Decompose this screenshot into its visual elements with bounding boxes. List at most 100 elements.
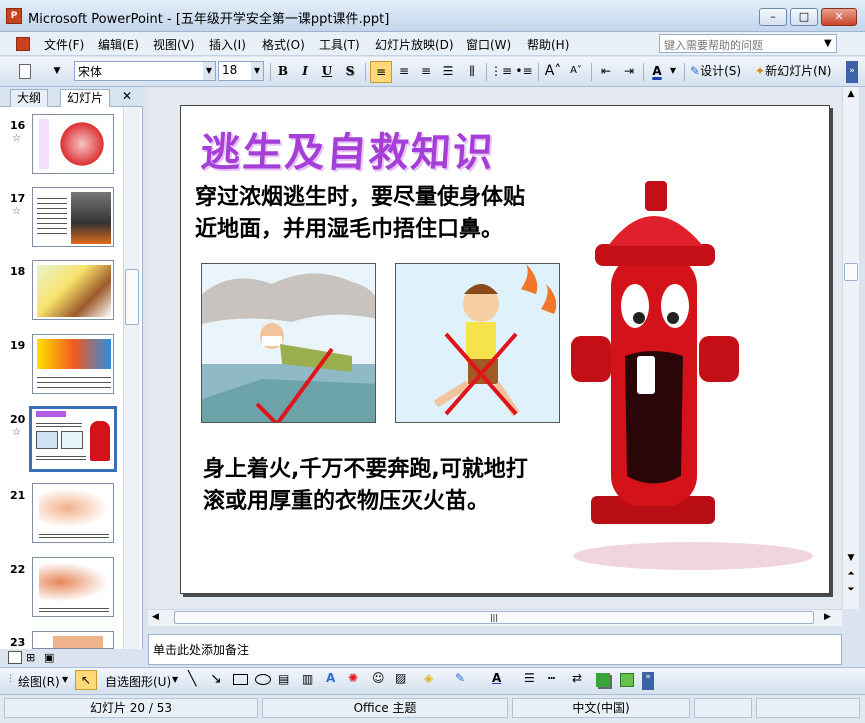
design-button[interactable]: ✎设计(S) <box>690 61 750 83</box>
menu-insert[interactable]: 插入(I) <box>209 36 246 53</box>
justify-icon[interactable]: ☰ <box>438 61 458 83</box>
powerpoint-app-icon[interactable]: P <box>6 8 22 24</box>
fill-color-icon[interactable]: ◈ <box>424 671 433 685</box>
shadow-button[interactable]: S <box>341 61 359 83</box>
scrollbar-thumb[interactable] <box>844 263 858 281</box>
chevron-down-icon[interactable]: ▼ <box>62 675 68 684</box>
current-slide[interactable]: 逃生及自救知识 穿过浓烟逃生时，要尽量使身体贴 近地面，并用湿毛巾捂住口鼻。 身… <box>180 105 830 594</box>
underline-button[interactable]: U <box>318 61 336 83</box>
scroll-right-icon[interactable]: ▶ <box>824 612 831 622</box>
increase-indent-icon[interactable]: ⇥ <box>619 61 639 83</box>
minimize-button[interactable]: – <box>759 8 787 26</box>
tab-outline[interactable]: 大纲 <box>10 89 49 107</box>
diagram-icon[interactable]: ✺ <box>348 671 358 685</box>
slide-thumbnail[interactable] <box>32 260 114 320</box>
wordart-icon[interactable]: A <box>326 671 335 685</box>
next-slide-icon[interactable]: ⏷ <box>844 585 858 595</box>
slide-vertical-scrollbar[interactable]: ▲ ▼ ⏶ ⏷ <box>842 87 859 609</box>
decrease-indent-icon[interactable]: ⇤ <box>596 61 616 83</box>
font-color-icon[interactable]: A <box>648 61 666 83</box>
arrow-tool-icon[interactable]: ↘ <box>210 671 222 687</box>
increase-font-icon[interactable]: A˄ <box>543 61 563 83</box>
menu-window[interactable]: 窗口(W) <box>466 36 511 53</box>
align-center-icon[interactable]: ≡ <box>394 61 414 83</box>
slide-thumbnail[interactable] <box>32 557 114 617</box>
menu-format[interactable]: 格式(O) <box>262 36 305 53</box>
close-icon[interactable]: ✕ <box>122 89 132 103</box>
toolbar-options-icon[interactable]: ▼ <box>50 61 64 83</box>
normal-view-icon[interactable] <box>8 651 22 664</box>
menu-view[interactable]: 视图(V) <box>153 36 195 53</box>
close-button[interactable]: ✕ <box>821 8 857 26</box>
chevron-down-icon[interactable]: ▼ <box>172 675 178 684</box>
slide-text-line[interactable]: 滚或用厚重的衣物压灭火苗。 <box>203 486 489 518</box>
help-dropdown-icon[interactable]: ▼ <box>824 38 832 49</box>
document-icon[interactable] <box>16 37 30 51</box>
numbering-icon[interactable]: ⋮≡ <box>490 61 512 83</box>
slides-pane-scrollbar[interactable] <box>123 107 140 649</box>
bullets-icon[interactable]: •≡ <box>514 61 534 83</box>
arrow-style-icon[interactable]: ⇄ <box>572 671 582 685</box>
insert-picture-icon[interactable]: ▨ <box>395 671 406 685</box>
line-style-icon[interactable]: ☰ <box>524 671 535 685</box>
3d-style-icon[interactable] <box>620 673 634 687</box>
select-pointer-icon[interactable]: ↖ <box>75 670 97 690</box>
slide-title[interactable]: 逃生及自救知识 <box>199 120 497 178</box>
menu-help[interactable]: 帮助(H) <box>527 36 569 53</box>
slideshow-view-icon[interactable]: ▣ <box>44 651 54 664</box>
menu-file[interactable]: 文件(F) <box>44 36 84 53</box>
scrollbar-thumb[interactable] <box>125 269 139 325</box>
font-name-combo[interactable]: 宋体 ▼ <box>74 61 216 81</box>
clipart-icon[interactable]: ☺ <box>372 671 385 685</box>
slide-thumbnail[interactable] <box>32 631 114 649</box>
slide-text-line[interactable]: 近地面，并用湿毛巾捂住口鼻。 <box>195 214 503 246</box>
slide-thumbnail[interactable] <box>32 187 114 247</box>
slide-thumbnail[interactable] <box>32 114 114 174</box>
chevron-down-icon[interactable]: ▼ <box>203 62 215 80</box>
align-left-icon[interactable]: ≡ <box>370 61 392 83</box>
slide-thumbnail-selected[interactable] <box>29 406 117 472</box>
slide-text-line[interactable]: 穿过浓烟逃生时，要尽量使身体贴 <box>195 182 525 214</box>
italic-button[interactable]: I <box>296 61 314 83</box>
menu-edit[interactable]: 编辑(E) <box>98 36 139 53</box>
shadow-style-icon[interactable] <box>596 673 610 687</box>
rectangle-tool-icon[interactable] <box>233 674 248 685</box>
fire-hydrant-mascot-image[interactable] <box>553 156 829 576</box>
oval-tool-icon[interactable] <box>255 674 271 685</box>
text-direction-icon[interactable]: ⫼ <box>462 61 482 83</box>
new-document-icon[interactable] <box>14 61 36 83</box>
toolbar-overflow-icon[interactable]: » <box>846 61 858 83</box>
crawling-low-picture[interactable] <box>201 263 376 423</box>
textbox-tool-icon[interactable]: ▤ <box>278 672 289 686</box>
maximize-button[interactable]: □ <box>790 8 818 26</box>
slide-horizontal-scrollbar[interactable]: ◀ ||| ▶ <box>148 609 842 626</box>
slide-sorter-icon[interactable]: ⊞ <box>26 651 35 664</box>
line-tool-icon[interactable]: ╲ <box>188 671 196 687</box>
menu-tools[interactable]: 工具(T) <box>319 36 360 53</box>
running-on-fire-picture[interactable] <box>395 263 560 423</box>
chevron-down-icon[interactable]: ▼ <box>668 61 678 83</box>
bold-button[interactable]: B <box>274 61 292 83</box>
scroll-up-icon[interactable]: ▲ <box>844 89 858 99</box>
slide-thumbnail[interactable] <box>32 334 114 394</box>
new-slide-button[interactable]: ✦新幻灯片(N) <box>755 61 843 83</box>
notes-pane[interactable]: 单击此处添加备注 <box>148 634 842 665</box>
slide-text-line[interactable]: 身上着火,千万不要奔跑,可就地打 <box>203 454 528 486</box>
scroll-down-icon[interactable]: ▼ <box>844 553 858 563</box>
decrease-font-icon[interactable]: A˅ <box>566 61 586 83</box>
line-color-icon[interactable]: ✎ <box>455 671 465 685</box>
font-size-combo[interactable]: 18 ▼ <box>218 61 264 81</box>
dash-style-icon[interactable]: ┅ <box>548 671 555 685</box>
vertical-textbox-icon[interactable]: ▥ <box>302 672 313 686</box>
chevron-down-icon[interactable]: ▼ <box>251 62 263 80</box>
tab-slides[interactable]: 幻灯片 <box>60 89 111 107</box>
scroll-left-icon[interactable]: ◀ <box>152 612 159 622</box>
slide-thumbnail[interactable] <box>32 483 114 543</box>
font-color-icon[interactable]: A <box>492 671 501 685</box>
autoshapes-menu[interactable]: 自选图形(U) <box>105 673 171 690</box>
align-right-icon[interactable]: ≡ <box>416 61 436 83</box>
menu-slideshow[interactable]: 幻灯片放映(D) <box>375 36 454 53</box>
previous-slide-icon[interactable]: ⏶ <box>844 569 858 579</box>
scrollbar-thumb[interactable]: ||| <box>174 611 814 624</box>
toolbar-overflow-icon[interactable]: » <box>642 672 654 690</box>
